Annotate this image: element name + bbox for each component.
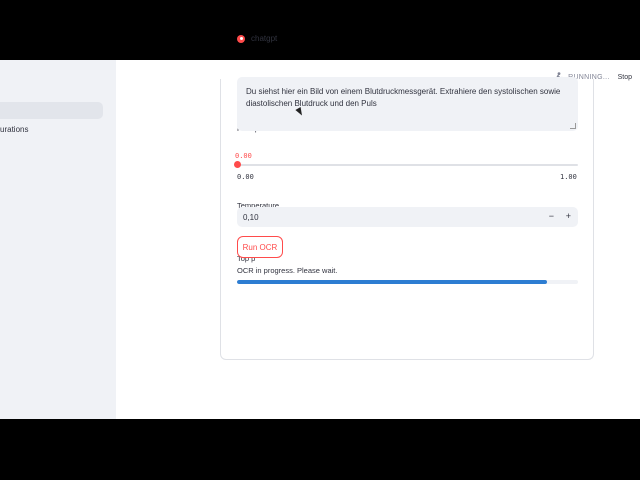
temperature-min-label: 0.00: [237, 173, 254, 181]
top-p-number-input[interactable]: 0,10 − +: [237, 207, 578, 227]
decrement-button[interactable]: −: [549, 211, 554, 221]
progress-bar: [237, 280, 578, 284]
run-ocr-button[interactable]: Run OCR: [237, 236, 283, 258]
temperature-slider-thumb[interactable]: [234, 161, 241, 168]
top-p-value[interactable]: 0,10: [243, 213, 259, 222]
temperature-value: 0.00: [235, 152, 252, 160]
sidebar-item-configurations[interactable]: urations: [0, 125, 28, 134]
model-radio-label: chatgpt: [251, 34, 278, 43]
prompt-text: Du siehst hier ein Bild von einem Blutdr…: [246, 87, 561, 108]
resize-handle-icon[interactable]: [570, 123, 576, 129]
sidebar: urations: [0, 60, 116, 419]
progress-bar-fill: [237, 280, 548, 284]
model-radio-option[interactable]: chatgpt: [237, 34, 277, 43]
prompt-textarea[interactable]: Du siehst hier ein Bild von einem Blutdr…: [237, 77, 578, 131]
progress-status-text: OCR in progress. Please wait.: [237, 266, 338, 275]
sidebar-item-active[interactable]: [0, 102, 103, 119]
increment-button[interactable]: +: [566, 211, 571, 221]
radio-selected-icon[interactable]: [237, 34, 245, 43]
temperature-max-label: 1.00: [560, 173, 577, 181]
stop-button[interactable]: Stop: [618, 74, 632, 81]
temperature-slider-track[interactable]: [237, 164, 578, 166]
